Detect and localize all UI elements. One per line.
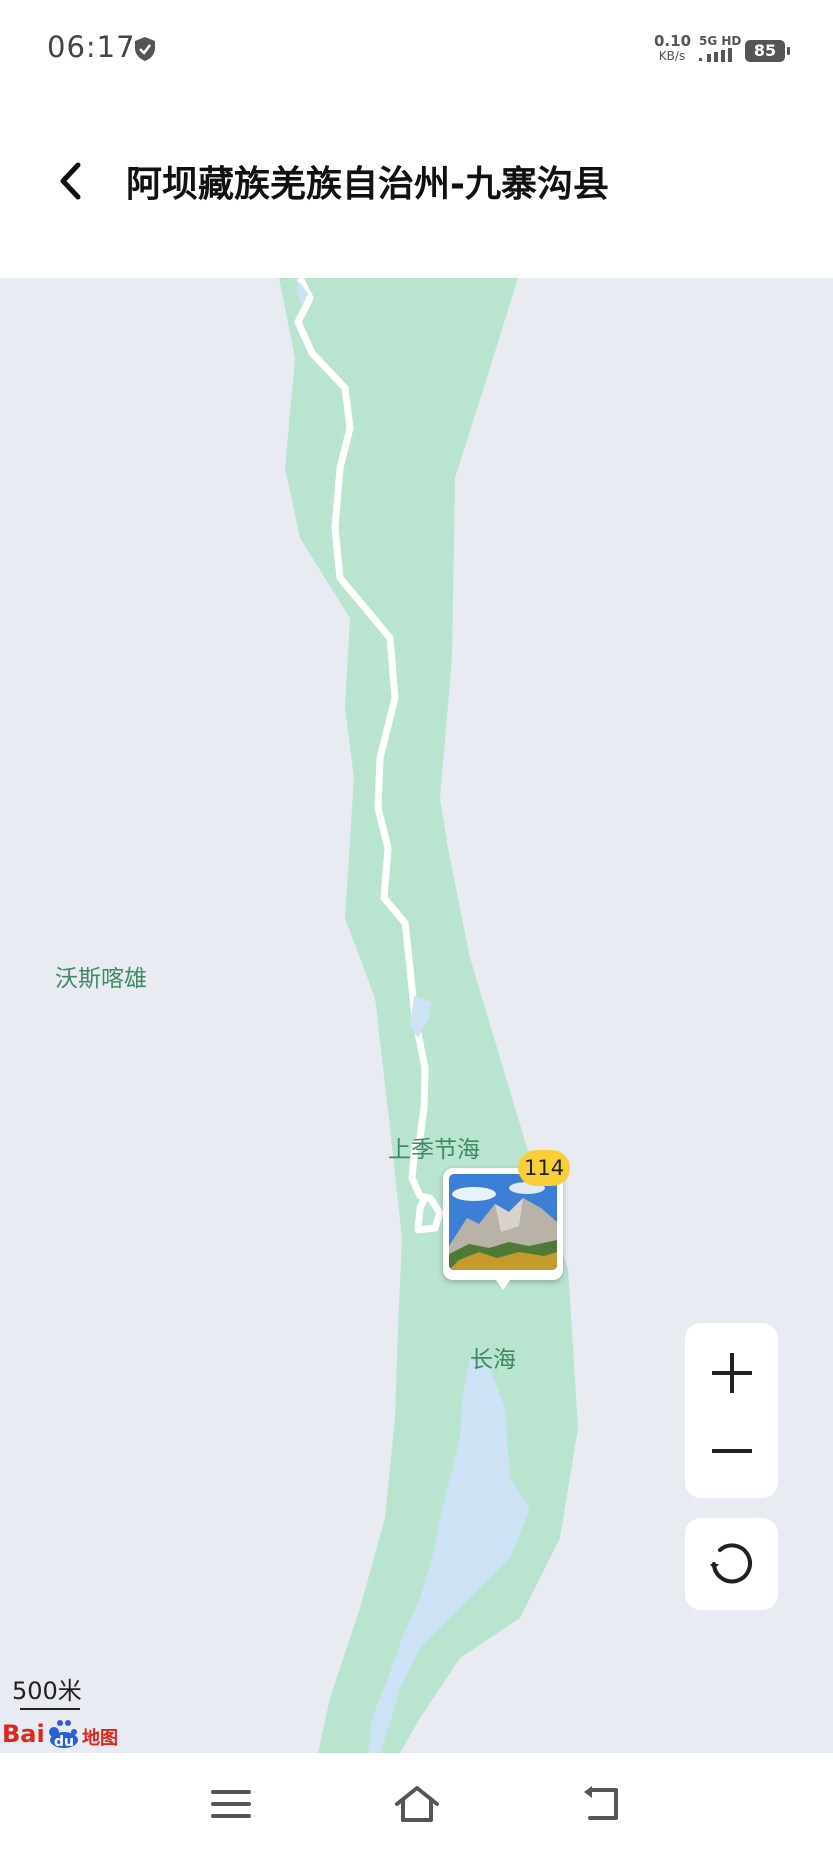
refresh-icon (709, 1543, 752, 1584)
map-scale: 500米 (12, 1671, 82, 1710)
svg-text:Bai: Bai (2, 1720, 45, 1748)
chevron-left-icon (60, 162, 81, 200)
home-button[interactable] (387, 1779, 447, 1829)
scale-bar (20, 1708, 80, 1710)
signal-bars-icon (699, 48, 732, 62)
battery-indicator: 85 (745, 40, 790, 62)
page-title: 阿坝藏族羌族自治州-九寨沟县 (126, 164, 609, 205)
minus-icon (711, 1449, 752, 1453)
signal-indicator: 5G HD (699, 34, 742, 64)
svg-text:地图: 地图 (82, 1727, 118, 1748)
baidu-map-logo: Bai du 地图 (2, 1720, 118, 1748)
map-label-wosikaxiong: 沃斯喀雄 (55, 966, 147, 992)
photo-marker[interactable]: 114 (443, 1150, 571, 1302)
map-label-changhai: 长海 (470, 1347, 516, 1373)
zoom-out-button[interactable] (685, 1411, 778, 1491)
mountain-photo-thumbnail (449, 1174, 557, 1270)
zoom-controls (685, 1323, 778, 1498)
return-icon (584, 1786, 618, 1820)
menu-icon (211, 1790, 251, 1818)
scale-text: 500米 (12, 1677, 82, 1705)
system-nav-bar (0, 1753, 833, 1851)
photo-marker-pointer (493, 1276, 513, 1290)
zoom-in-button[interactable] (685, 1333, 778, 1413)
network-speed: 0.10 KB/s (654, 32, 692, 64)
svg-text:du: du (54, 1734, 74, 1748)
network-speed-value: 0.10 (654, 32, 692, 50)
photo-count-badge: 114 (518, 1150, 571, 1186)
status-bar: 06:17 0.10 KB/s 5G HD 85 (0, 0, 833, 100)
network-type-label: 5G HD (699, 34, 742, 48)
map-label-shangjihaizi: 上季节海 (388, 1137, 480, 1163)
status-time: 06:17 (47, 30, 136, 64)
shield-icon (135, 37, 155, 61)
menu-button[interactable] (201, 1779, 261, 1829)
home-icon (395, 1786, 439, 1822)
network-speed-unit: KB/s (658, 49, 686, 63)
back-nav-button[interactable] (572, 1779, 632, 1829)
reset-view-button[interactable] (685, 1518, 778, 1610)
back-button[interactable] (48, 150, 92, 212)
plus-icon (711, 1353, 752, 1393)
